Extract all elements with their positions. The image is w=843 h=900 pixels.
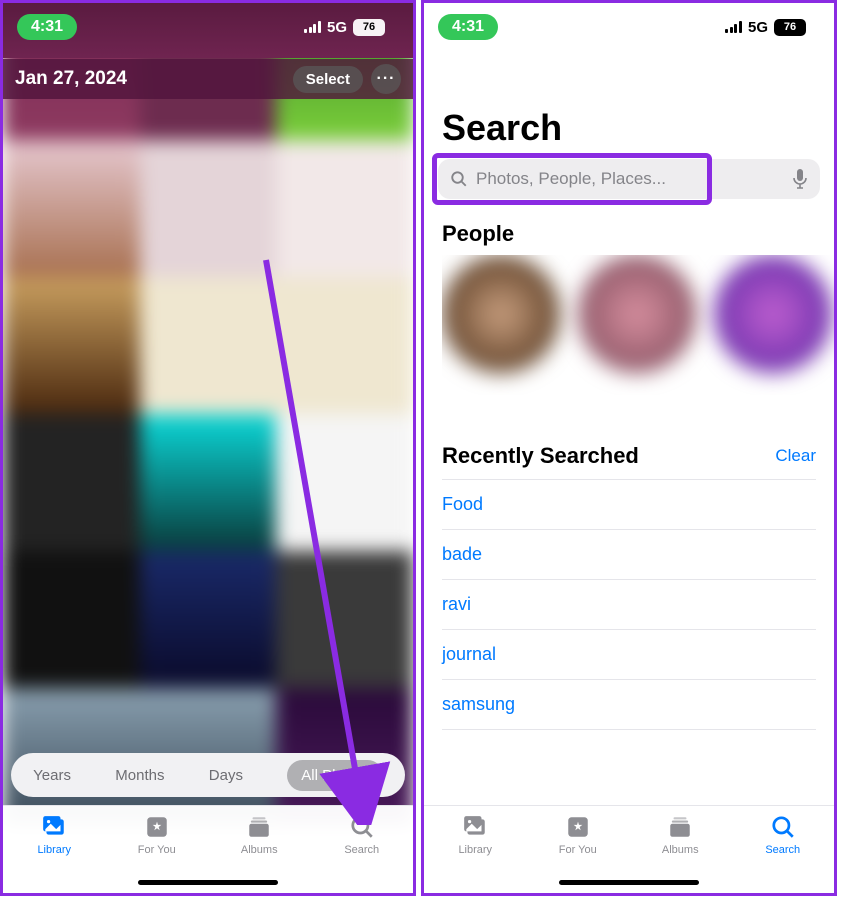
recent-item[interactable]: Food [442,479,816,530]
recent-header-row: Recently Searched Clear [442,443,816,469]
network-label: 5G [748,19,768,36]
avatar[interactable] [442,255,560,373]
clear-button[interactable]: Clear [775,446,816,466]
tab-library[interactable]: Library [3,814,106,856]
select-button[interactable]: Select [293,66,363,93]
recent-item[interactable]: journal [442,630,816,680]
status-bar: 4:31 5G 76 [424,3,834,51]
foryou-icon [564,814,592,840]
time-pill[interactable]: 4:31 [17,14,77,40]
search-icon [348,814,376,840]
foryou-icon [143,814,171,840]
filter-days[interactable]: Days [209,767,243,784]
people-header: People [442,221,514,247]
filter-months[interactable]: Months [115,767,164,784]
home-indicator[interactable] [559,880,699,885]
home-indicator[interactable] [138,880,278,885]
search-screen: 4:31 5G 76 Search Photos, People, Places… [421,0,837,896]
recent-item[interactable]: ravi [442,580,816,630]
tab-library[interactable]: Library [424,814,527,856]
filter-years[interactable]: Years [33,767,71,784]
albums-icon [666,814,694,840]
status-bar: 4:31 5G 76 [3,3,413,51]
battery-icon: 76 [774,19,806,36]
more-button[interactable]: ··· [371,64,401,94]
view-filter[interactable]: Years Months Days All Photos [11,753,405,797]
tab-foryou[interactable]: For You [527,814,630,856]
status-right: 5G 76 [304,19,385,36]
date-label: Jan 27, 2024 [15,68,127,90]
avatar[interactable] [714,255,832,373]
page-title: Search [442,107,562,149]
battery-icon: 76 [353,19,385,36]
tab-search[interactable]: Search [311,814,414,856]
tab-foryou[interactable]: For You [106,814,209,856]
search-icon [769,814,797,840]
albums-icon [245,814,273,840]
time-pill[interactable]: 4:31 [438,14,498,40]
tab-albums[interactable]: Albums [208,814,311,856]
network-label: 5G [327,19,347,36]
recent-header: Recently Searched [442,443,639,469]
people-row[interactable] [442,255,834,395]
recent-item[interactable]: bade [442,530,816,580]
date-header: Jan 27, 2024 Select ··· [3,59,413,99]
tab-search[interactable]: Search [732,814,835,856]
library-screen: 4:31 5G 76 Jan 27, 2024 Select ··· Years… [0,0,416,896]
recent-list: Food bade ravi journal samsung [442,479,816,730]
library-icon [461,814,489,840]
tab-albums[interactable]: Albums [629,814,732,856]
recent-item[interactable]: samsung [442,680,816,730]
signal-icon [725,21,742,33]
mic-icon[interactable] [792,169,808,189]
library-icon [40,814,68,840]
signal-icon [304,21,321,33]
status-right: 5G 76 [725,19,806,36]
filter-all[interactable]: All Photos [287,760,383,791]
annotation-highlight [432,153,712,205]
avatar[interactable] [578,255,696,373]
